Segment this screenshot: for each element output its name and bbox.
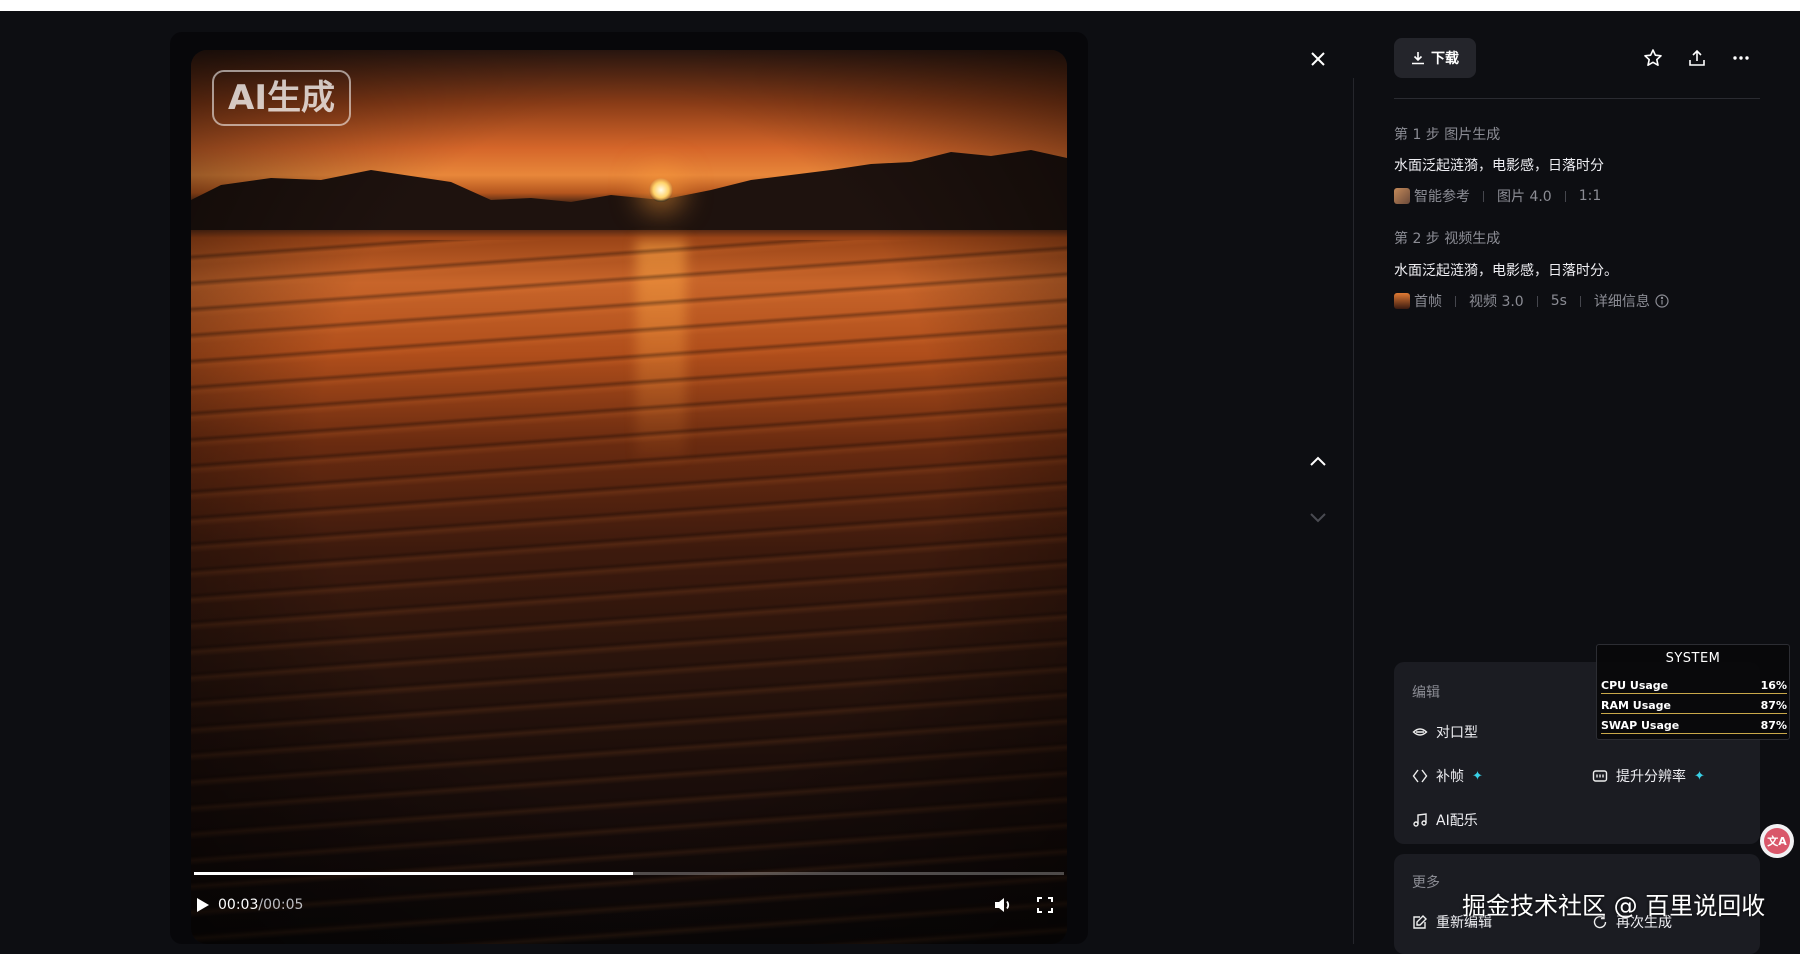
next-button[interactable]: [1305, 505, 1331, 531]
current-time: 00:03: [218, 897, 259, 913]
meta-details-link[interactable]: 详细信息: [1594, 291, 1650, 311]
ai-generated-badge: AI生成: [212, 70, 351, 126]
step-1-prompt[interactable]: 水面泛起涟漪，电影感，日落时分: [1394, 155, 1604, 175]
meta-separator: [1564, 190, 1566, 202]
step-2-meta: 首帧 视频 3.0 5s 详细信息: [1394, 291, 1669, 311]
previous-button[interactable]: [1305, 448, 1331, 474]
edit-icon: [1413, 915, 1427, 929]
step-2-prompt[interactable]: 水面泛起涟漪，电影感，日落时分。: [1394, 260, 1618, 280]
more-title: 更多: [1412, 875, 1440, 891]
video-player[interactable]: AI生成 00:03/00:05: [170, 32, 1088, 944]
meta-ratio: 1:1: [1578, 188, 1602, 204]
download-icon: [1412, 52, 1424, 65]
vignette: [191, 50, 1067, 944]
ram-usage-label: RAM Usage: [1601, 699, 1671, 712]
lip-sync-icon: [1412, 728, 1428, 736]
meta-separator: [1483, 190, 1484, 202]
share-icon: [1689, 49, 1705, 66]
meta-first-frame: 首帧: [1414, 294, 1442, 310]
play-icon: [197, 898, 209, 912]
swap-usage-label: SWAP Usage: [1601, 719, 1680, 732]
close-icon: [1311, 52, 1325, 66]
step-2-title: 第 2 步 视频生成: [1394, 231, 1501, 247]
meta-smart-reference: 智能参考: [1414, 189, 1470, 205]
step-1-title: 第 1 步 图片生成: [1394, 127, 1501, 143]
total-time: 00:05: [263, 897, 304, 913]
ai-music-tool[interactable]: AI配乐: [1412, 810, 1478, 830]
meta-model: 图片 4.0: [1497, 189, 1552, 205]
progress-fill: [194, 872, 634, 875]
close-button[interactable]: [1305, 46, 1331, 72]
chevron-up-icon: [1310, 456, 1326, 466]
video-frame[interactable]: AI生成: [191, 50, 1067, 944]
chevron-down-icon: [1310, 513, 1326, 523]
edit-title: 编辑: [1412, 685, 1440, 701]
cpu-usage-label: CPU Usage: [1601, 679, 1669, 692]
ai-music-label: AI配乐: [1436, 813, 1478, 829]
progress-bar[interactable]: [194, 872, 1064, 875]
meta-separator: [1536, 295, 1538, 307]
sparkle-icon: ✦: [1472, 768, 1483, 784]
upscale-tool[interactable]: 提升分辨率 ✦: [1592, 766, 1705, 786]
browser-top-strip: [0, 0, 1800, 11]
download-label: 下载: [1431, 51, 1459, 67]
share-button[interactable]: [1685, 46, 1709, 70]
frame-interpolation-label: 补帧: [1436, 769, 1464, 785]
cpu-usage-value: 16%: [1760, 679, 1787, 692]
system-monitor-title: SYSTEM: [1665, 651, 1721, 666]
lip-sync-label: 对口型: [1436, 725, 1478, 741]
cpu-usage-row: CPU Usage 16%: [1601, 679, 1787, 694]
panel-divider: [1353, 78, 1354, 944]
volume-button[interactable]: [992, 894, 1014, 916]
first-frame-thumbnail[interactable]: [1394, 293, 1410, 309]
star-icon: [1644, 49, 1662, 66]
play-button[interactable]: [194, 896, 212, 914]
frame-interpolation-icon: [1412, 769, 1428, 783]
volume-icon: [995, 898, 1010, 912]
translate-button[interactable]: 文A: [1760, 824, 1794, 858]
lip-sync-tool[interactable]: 对口型: [1412, 722, 1478, 742]
info-icon[interactable]: [1655, 294, 1669, 308]
translate-icon: 文A: [1764, 828, 1790, 854]
reference-thumbnail[interactable]: [1394, 188, 1410, 204]
favorite-button[interactable]: [1641, 46, 1665, 70]
upscale-label: 提升分辨率: [1616, 769, 1686, 785]
time-display: 00:03/00:05: [218, 896, 303, 914]
ram-usage-value: 87%: [1760, 699, 1787, 712]
sparkle-icon: ✦: [1694, 768, 1705, 784]
ram-usage-row: RAM Usage 87%: [1601, 699, 1787, 714]
header-divider: [1394, 98, 1760, 99]
frame-interpolation-tool[interactable]: 补帧 ✦: [1412, 766, 1483, 786]
fullscreen-icon: [1037, 897, 1053, 913]
step-1-meta: 智能参考 图片 4.0 1:1: [1394, 186, 1601, 206]
download-button[interactable]: 下载: [1394, 38, 1476, 78]
more-options-button[interactable]: [1729, 46, 1753, 70]
more-icon: [1733, 56, 1749, 60]
meta-separator: [1579, 295, 1581, 307]
meta-separator: [1455, 295, 1456, 307]
meta-duration: 5s: [1550, 293, 1567, 309]
system-monitor-overlay: SYSTEM CPU Usage 16% RAM Usage 87% SWAP …: [1596, 644, 1790, 740]
upscale-icon: [1592, 770, 1608, 782]
swap-usage-row: SWAP Usage 87%: [1601, 719, 1787, 734]
swap-usage-value: 87%: [1760, 719, 1787, 732]
meta-model: 视频 3.0: [1469, 294, 1524, 310]
fullscreen-button[interactable]: [1034, 894, 1056, 916]
music-note-icon: [1413, 813, 1427, 827]
watermark: 掘金技术社区 @ 百里说回收: [1462, 892, 1766, 920]
